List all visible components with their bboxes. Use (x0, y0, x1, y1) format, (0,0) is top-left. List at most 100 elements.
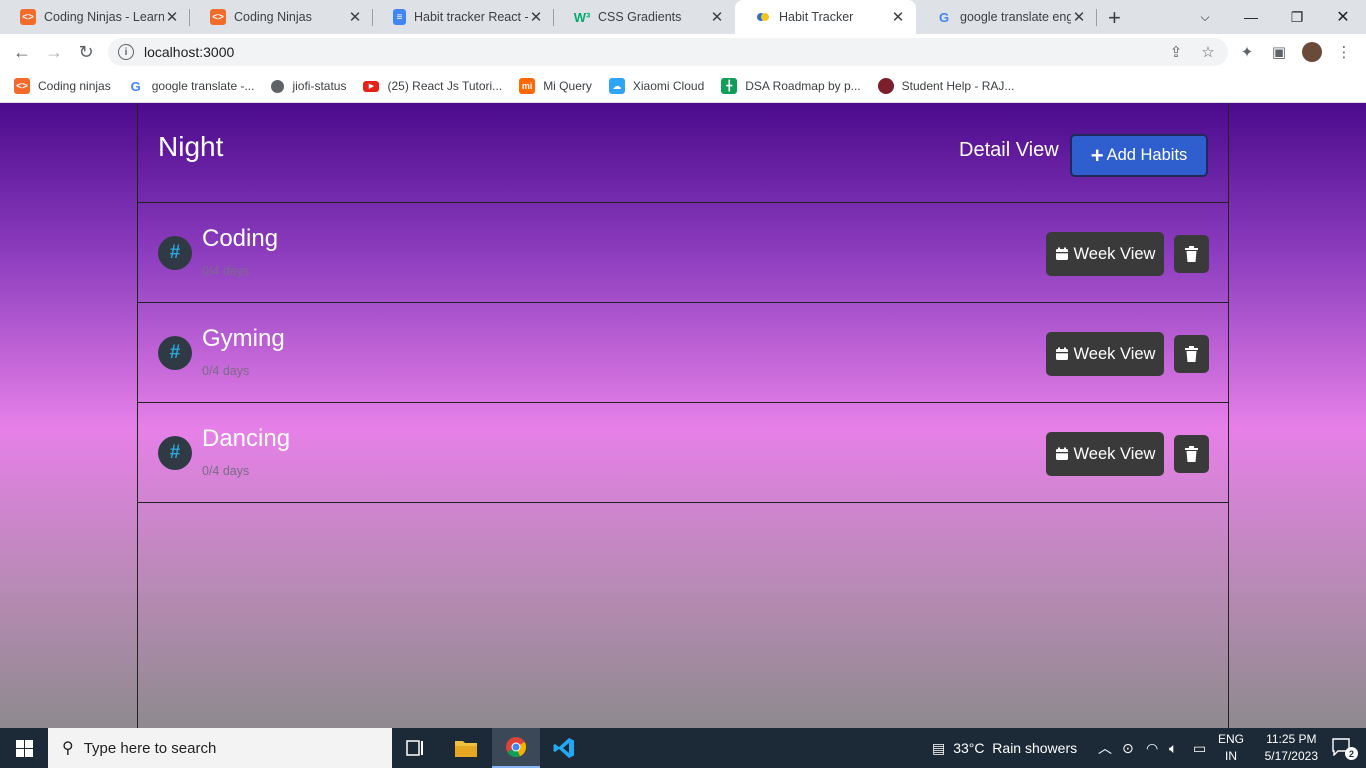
chrome-icon[interactable] (492, 728, 540, 768)
menu-kebab-icon[interactable]: ⋮ (1335, 43, 1353, 61)
file-explorer-icon[interactable] (442, 728, 490, 768)
app-header: Night Detail View + Add Habits (138, 103, 1228, 203)
browser-tab[interactable]: ≡ Habit tracker React - G ✕ (373, 0, 554, 34)
browser-tab[interactable]: <> Coding Ninjas - Learn ✕ (0, 0, 190, 34)
browser-toolbar: ← → ↻ i localhost:3000 ⇪ ☆ ✦ ▣ ⋮ (0, 34, 1366, 70)
bookmark-item[interactable]: Ggoogle translate -... (128, 78, 255, 94)
page-title: Night (158, 131, 224, 162)
browser-tab[interactable]: W³ CSS Gradients ✕ (554, 0, 735, 34)
reload-icon[interactable]: ↻ (74, 40, 98, 64)
show-hidden-icons-chevron[interactable]: ︿ (1098, 728, 1112, 768)
bookmark-item[interactable]: jiofi-status (271, 79, 346, 93)
google-icon: G (938, 9, 950, 25)
input-language-indicator[interactable]: ENG IN (1218, 731, 1244, 765)
share-icon[interactable]: ⇪ (1167, 43, 1185, 61)
habit-container: Night Detail View + Add Habits # Coding … (137, 103, 1229, 728)
add-habits-button[interactable]: + Add Habits (1070, 134, 1208, 177)
taskbar-clock[interactable]: 11:25 PM 5/17/2023 (1265, 731, 1318, 765)
tab-title: Coding Ninjas (234, 10, 312, 24)
bookmark-item[interactable]: Student Help - RAJ... (877, 78, 1015, 94)
language-code: ENG (1218, 732, 1245, 746)
task-view-icon[interactable] (392, 728, 440, 768)
meet-now-icon[interactable]: ⊙ (1122, 728, 1134, 768)
bookmark-label: Coding ninjas (38, 79, 111, 93)
browser-tab-active[interactable]: Habit Tracker ✕ (735, 0, 916, 34)
restore-button[interactable]: ❐ (1274, 0, 1320, 34)
bookmark-item[interactable]: ☁ Xiaomi Cloud (608, 78, 704, 94)
bookmarks-bar: <> Coding ninjas Ggoogle translate -... j… (0, 70, 1366, 103)
delete-habit-button[interactable] (1174, 335, 1209, 373)
week-view-label: Week View (1073, 444, 1156, 463)
battery-icon[interactable]: ▭ (1193, 728, 1206, 768)
windows-taskbar: ⚲ Type here to search ▤ 33°C Rain shower… (0, 728, 1366, 768)
weather-text: 33°C Rain showers (953, 740, 1078, 756)
cloud-icon: ☁ (608, 78, 625, 94)
detail-view-link[interactable]: Detail View (959, 139, 1059, 162)
back-arrow-icon[interactable]: ← (10, 40, 34, 64)
w3schools-icon: W³ (573, 9, 591, 25)
site-info-icon[interactable]: i (118, 44, 134, 60)
week-view-label: Week View (1073, 344, 1156, 363)
tab-title: CSS Gradients (598, 10, 682, 24)
notification-badge: 2 (1345, 747, 1358, 760)
wifi-icon[interactable]: ◠ (1146, 728, 1158, 768)
bookmark-label: (25) React Js Tutori... (387, 79, 503, 93)
volume-icon[interactable]: 🔈︎ (1169, 728, 1177, 768)
habit-progress: 0/4 days (202, 264, 250, 278)
bookmark-item[interactable]: ╋ DSA Roadmap by p... (721, 78, 861, 94)
windows-start-button[interactable] (0, 728, 48, 768)
week-view-button[interactable]: Week View (1046, 232, 1164, 276)
close-icon[interactable]: ✕ (164, 8, 180, 26)
close-icon[interactable]: ✕ (1071, 8, 1087, 26)
week-view-label: Week View (1073, 244, 1156, 263)
tab-title: Coding Ninjas - Learn (44, 10, 164, 24)
browser-tab[interactable]: <> Coding Ninjas ✕ (190, 0, 373, 34)
url-text[interactable]: localhost:3000 (144, 44, 234, 60)
delete-habit-button[interactable] (1174, 435, 1209, 473)
tab-title: Habit tracker React - G (414, 10, 528, 24)
close-icon[interactable]: ✕ (709, 8, 725, 26)
habit-row: # Gyming 0/4 days Week View (138, 303, 1228, 403)
bookmark-label: Student Help - RAJ... (901, 79, 1015, 93)
week-view-button[interactable]: Week View (1046, 332, 1164, 376)
close-icon[interactable]: ✕ (890, 8, 906, 26)
add-habits-label: Add Habits (1106, 146, 1188, 164)
tab-search-chevron-icon[interactable]: ⌵ (1182, 0, 1228, 34)
address-bar[interactable]: i localhost:3000 (108, 38, 1228, 66)
side-panel-icon[interactable]: ▣ (1270, 43, 1288, 61)
bookmark-item[interactable]: <> Coding ninjas (14, 78, 111, 94)
search-icon: ⚲ (62, 740, 74, 757)
habit-row: # Dancing 0/4 days Week View (138, 403, 1228, 503)
bookmark-item[interactable]: mi Mi Query (519, 78, 592, 94)
profile-avatar[interactable] (1302, 42, 1322, 62)
taskbar-search-box[interactable]: ⚲ Type here to search (48, 728, 392, 768)
close-icon[interactable]: ✕ (347, 8, 363, 26)
delete-habit-button[interactable] (1174, 235, 1209, 273)
windows-logo-icon (15, 739, 33, 757)
habit-row: # Coding 0/4 days Week View (138, 203, 1228, 303)
minimize-button[interactable]: — (1228, 0, 1274, 34)
habit-name: Dancing (202, 425, 291, 452)
extensions-puzzle-icon[interactable]: ✦ (1238, 43, 1256, 61)
bookmark-item[interactable]: ▶ (25) React Js Tutori... (363, 79, 502, 93)
vscode-icon[interactable] (540, 728, 588, 768)
coding-ninjas-icon: <> (210, 9, 226, 25)
hashtag-icon: # (158, 236, 192, 270)
region-code: IN (1225, 749, 1237, 763)
weather-news-icon: ▤ (932, 739, 946, 756)
weather-widget[interactable]: ▤ 33°C Rain showers (932, 728, 1077, 768)
calendar-icon (1055, 447, 1068, 460)
google-docs-icon: ≡ (393, 9, 406, 25)
bookmark-star-icon[interactable]: ☆ (1199, 43, 1217, 61)
week-view-button[interactable]: Week View (1046, 432, 1164, 476)
close-window-button[interactable]: ✕ (1320, 0, 1366, 34)
coding-ninjas-icon: <> (20, 9, 36, 25)
forward-arrow-icon[interactable]: → (42, 40, 66, 64)
bookmark-label: google translate -... (151, 79, 255, 93)
google-icon: G (130, 78, 141, 94)
browser-tab[interactable]: G google translate engl ✕ (916, 0, 1097, 34)
close-icon[interactable]: ✕ (528, 8, 544, 26)
notification-center-icon[interactable]: 2 (1332, 738, 1358, 760)
new-tab-button[interactable]: + (1108, 5, 1121, 31)
bookmark-label: Mi Query (543, 79, 592, 93)
